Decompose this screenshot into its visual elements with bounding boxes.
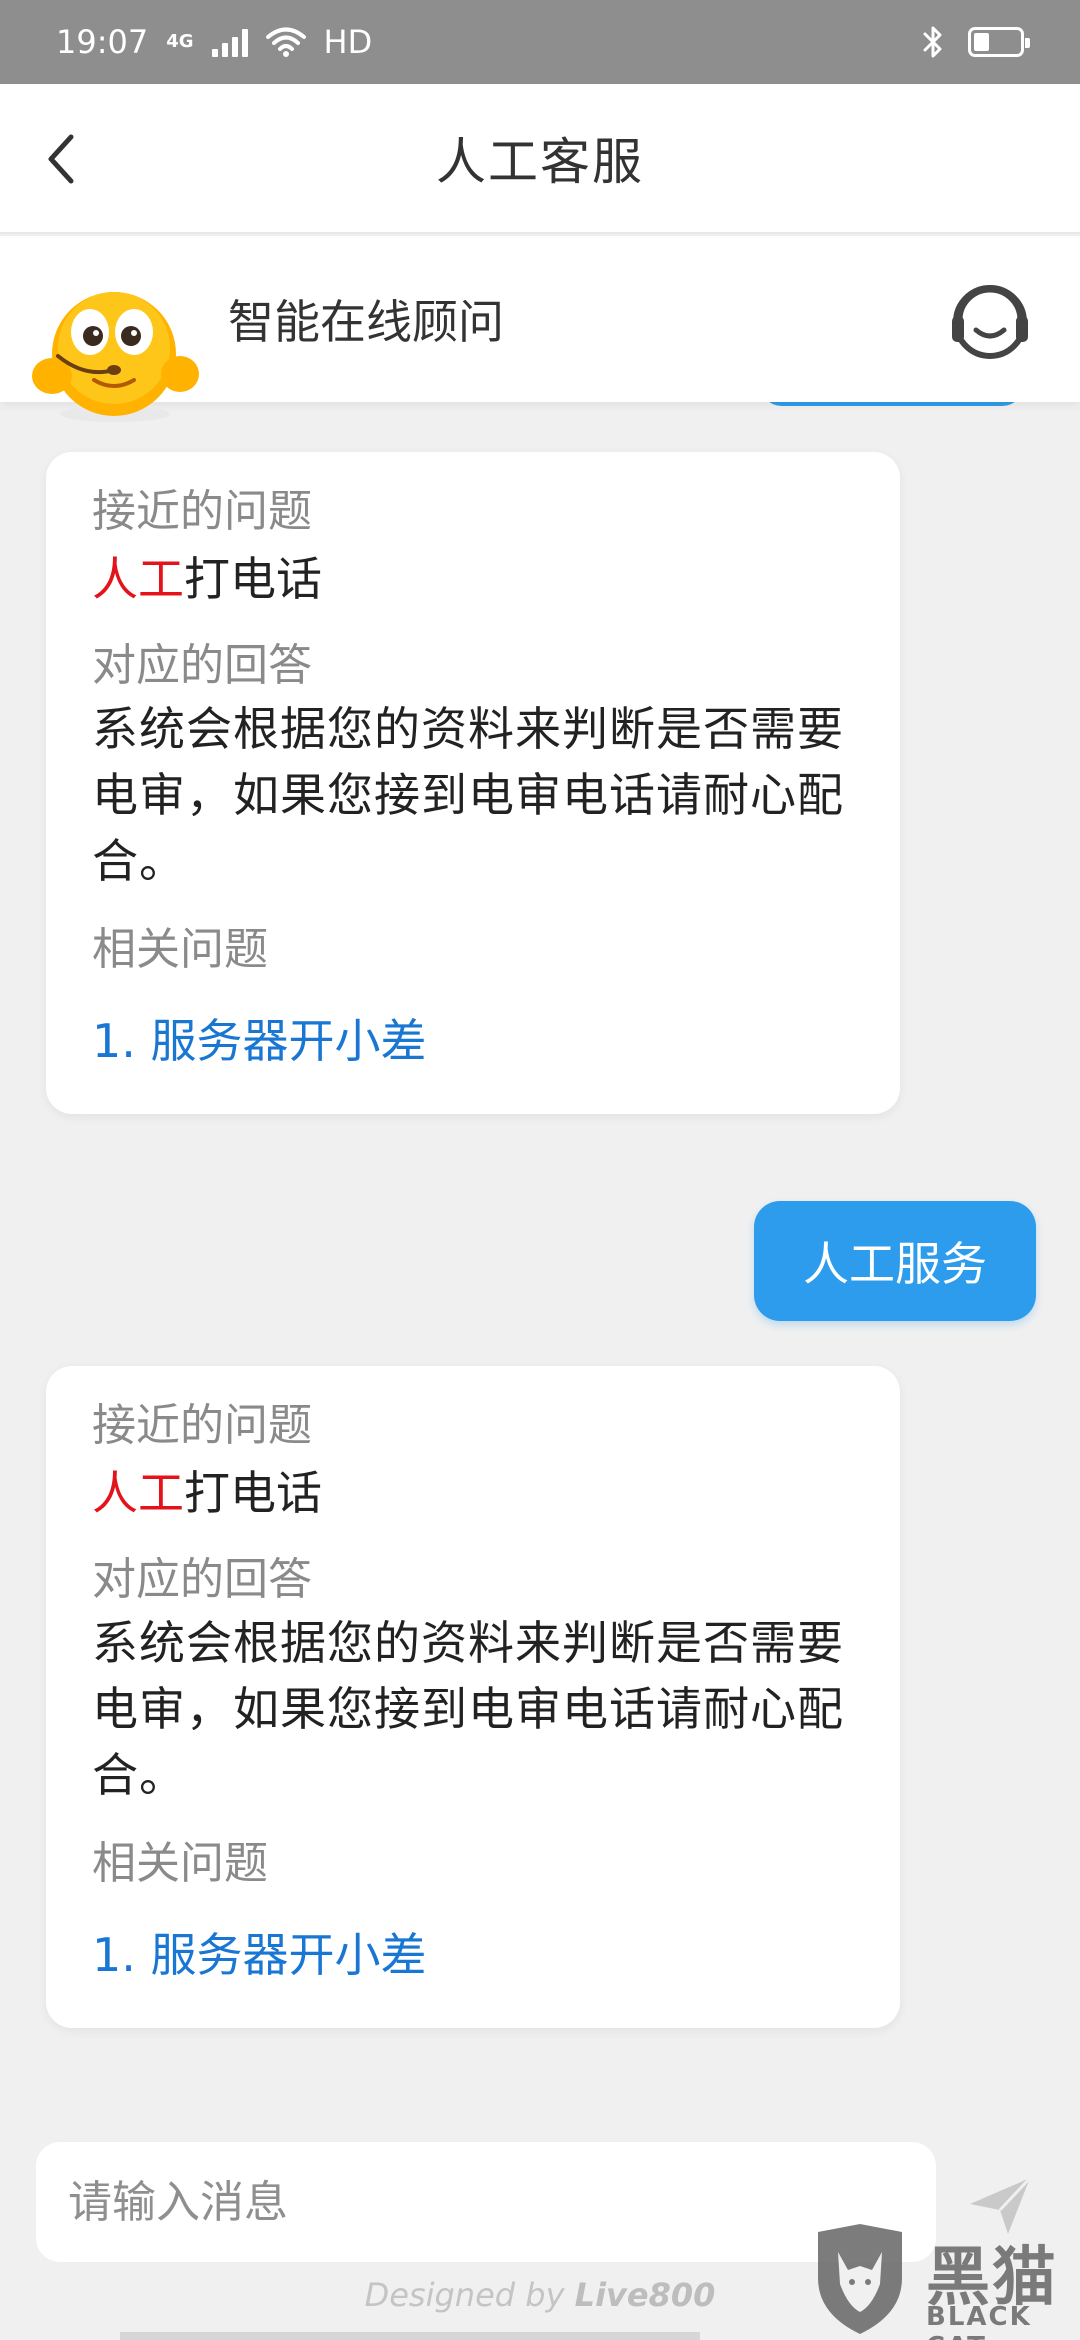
network-type: 4G [166, 31, 194, 52]
agent-avatar [32, 292, 199, 422]
question-label: 接近的问题 [92, 486, 312, 537]
answer-label: 对应的回答 [92, 1554, 312, 1605]
chat-area[interactable]: 接近的问题 人工打电话 对应的回答 系统会根据您的资料来判断是否需要电审，如果您… [0, 402, 1080, 2122]
watermark-text-en: BLACK CAT [926, 2302, 1032, 2340]
message-input[interactable] [36, 2142, 936, 2262]
black-cat-watermark: 黑猫 BLACK CAT [808, 2222, 1080, 2340]
chevron-left-icon [48, 134, 74, 184]
headset-icon[interactable] [948, 280, 1032, 364]
bluetooth-icon [923, 26, 942, 58]
matched-question: 人工打电话 [92, 546, 854, 612]
page-title: 人工客服 [436, 133, 644, 191]
bot-answer-card: 接近的问题 人工打电话 对应的回答 系统会根据您的资料来判断是否需要电审，如果您… [46, 1366, 900, 2028]
nav-bar: 人工客服 [0, 84, 1080, 234]
cat-shield-icon [818, 2224, 902, 2334]
status-time: 19:07 [56, 23, 149, 61]
wifi-icon [265, 27, 306, 57]
status-bar: 19:07 4G HD [0, 0, 1080, 84]
question-highlight: 人工 [92, 1466, 184, 1520]
related-label: 相关问题 [92, 1838, 268, 1889]
matched-question: 人工打电话 [92, 1460, 854, 1526]
partial-user-bubble [760, 402, 1024, 406]
related-label: 相关问题 [92, 924, 268, 975]
question-highlight: 人工 [92, 552, 184, 606]
signal-icon [211, 27, 248, 57]
agent-name: 智能在线顾问 [228, 295, 504, 349]
question-rest: 打电话 [184, 552, 322, 606]
bot-answer-card: 接近的问题 人工打电话 对应的回答 系统会根据您的资料来判断是否需要电审，如果您… [46, 452, 900, 1114]
user-message-bubble: 人工服务 [754, 1201, 1036, 1321]
back-button[interactable] [26, 124, 96, 194]
related-question-link[interactable]: 1. 服务器开小差 [92, 1922, 854, 1988]
hd-label: HD [323, 23, 373, 61]
agent-header: 智能在线顾问 [0, 236, 1080, 422]
brand-name: Live800 [574, 2276, 716, 2314]
gesture-bar [120, 2332, 700, 2340]
answer-label: 对应的回答 [92, 640, 312, 691]
answer-text: 系统会根据您的资料来判断是否需要电审，如果您接到电审电话请耐心配合。 [92, 702, 844, 888]
answer-text: 系统会根据您的资料来判断是否需要电审，如果您接到电审电话请耐心配合。 [92, 1616, 844, 1802]
battery-level [974, 33, 990, 51]
battery-icon [968, 27, 1030, 57]
question-rest: 打电话 [184, 1466, 322, 1520]
designed-by-text: Designed by [364, 2276, 565, 2314]
question-label: 接近的问题 [92, 1400, 312, 1451]
status-left: 19:07 4G HD [56, 23, 372, 61]
chat-screen: 19:07 4G HD 人工客服 接近的问题 人工打电话 对应的回答 系统会根据… [0, 0, 1080, 2340]
status-right [922, 25, 1030, 59]
related-question-link[interactable]: 1. 服务器开小差 [92, 1008, 854, 1074]
